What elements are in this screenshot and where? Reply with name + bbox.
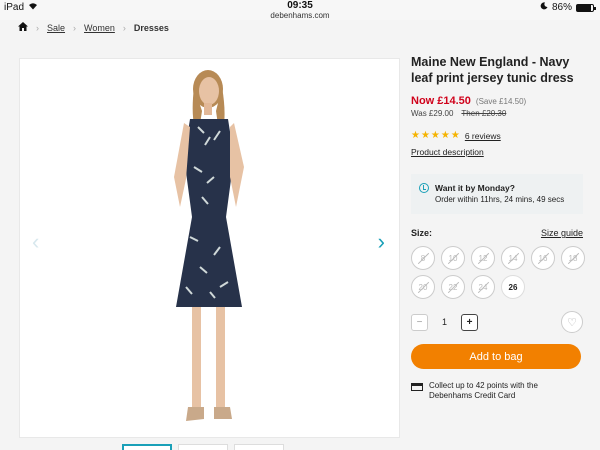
status-center: 09:35 debenhams.com <box>0 1 600 21</box>
chevron-right-icon: › <box>36 22 39 33</box>
chevron-right-icon: › <box>73 22 77 33</box>
moon-icon <box>540 2 548 13</box>
then-price: Then £20.30 <box>461 109 507 118</box>
size-option-10[interactable]: 10 <box>441 246 465 270</box>
delivery-heading: Want it by Monday? <box>435 183 515 193</box>
size-guide-link[interactable]: Size guide <box>541 228 583 238</box>
product-info: Maine New England - Navy leaf print jers… <box>411 54 586 401</box>
now-price: Now £14.50 <box>411 95 471 107</box>
credit-card-icon <box>411 383 423 391</box>
size-label: Size: <box>411 228 433 238</box>
thumbnail[interactable] <box>234 444 284 450</box>
breadcrumb-current: Dresses <box>133 22 169 33</box>
size-option-20[interactable]: 20 <box>411 275 435 299</box>
breadcrumb-sale[interactable]: Sale <box>47 23 65 33</box>
clock-icon <box>419 183 429 193</box>
product-gallery: ‹ › <box>19 58 400 438</box>
price-row: Now £14.50 (Save £14.50) <box>411 95 583 107</box>
delivery-box: Want it by Monday? Order within 11hrs, 2… <box>411 174 583 214</box>
decrease-quantity-button[interactable]: − <box>411 313 428 331</box>
previous-image-arrow-icon[interactable]: ‹ <box>32 229 39 255</box>
wishlist-heart-icon[interactable]: ♡ <box>561 311 583 333</box>
next-image-arrow-icon[interactable]: › <box>378 229 385 255</box>
size-options: 8 10 12 14 16 18 20 22 24 26 <box>411 246 586 299</box>
size-header: Size: Size guide <box>411 228 583 238</box>
size-option-22[interactable]: 22 <box>441 275 465 299</box>
status-bar: iPad 09:35 debenhams.com 86% <box>0 0 600 20</box>
thumbnail[interactable] <box>178 444 228 450</box>
breadcrumb: › Sale › Women › Dresses <box>18 22 169 33</box>
product-title: Maine New England - Navy leaf print jers… <box>411 55 574 85</box>
was-price-row: Was £29.00 Then £20.30 <box>411 109 583 118</box>
size-option-16[interactable]: 16 <box>531 246 555 270</box>
was-price: Was £29.00 <box>411 109 454 118</box>
increase-quantity-button[interactable]: + <box>461 313 479 331</box>
size-option-8[interactable]: 8 <box>411 246 435 270</box>
quantity-value: 1 <box>442 317 448 327</box>
quantity-stepper: − 1 + ♡ <box>411 311 583 333</box>
battery-percent: 86% <box>551 2 572 13</box>
size-option-18[interactable]: 18 <box>561 246 585 270</box>
delivery-countdown: Order within 11hrs, 24 mins, 49 secs <box>435 195 565 204</box>
points-text: Collect up to 42 points with the Debenha… <box>429 381 538 400</box>
save-amount: (Save £14.50) <box>475 97 527 106</box>
breadcrumb-women[interactable]: Women <box>84 23 115 33</box>
credit-card-points: Collect up to 42 points with the Debenha… <box>411 381 583 401</box>
product-description-link[interactable]: Product description <box>411 147 583 157</box>
size-option-14[interactable]: 14 <box>501 246 525 270</box>
status-right: 86% <box>540 2 596 13</box>
home-icon[interactable] <box>18 22 28 33</box>
size-option-26[interactable]: 26 <box>501 275 525 299</box>
chevron-right-icon: › <box>122 22 126 33</box>
add-to-bag-button[interactable]: Add to bag <box>411 344 581 369</box>
size-option-24[interactable]: 24 <box>471 275 495 299</box>
thumbnail[interactable] <box>122 444 172 450</box>
product-image <box>174 70 244 421</box>
battery-icon <box>576 3 596 12</box>
reviews-link[interactable]: 6 reviews <box>465 131 501 141</box>
star-rating-icon: ★★★★★ <box>411 130 461 141</box>
rating-row: ★★★★★ 6 reviews <box>411 130 583 141</box>
thumbnail-strip <box>122 444 284 450</box>
clock-time: 09:35 <box>287 0 313 11</box>
size-option-12[interactable]: 12 <box>471 246 495 270</box>
